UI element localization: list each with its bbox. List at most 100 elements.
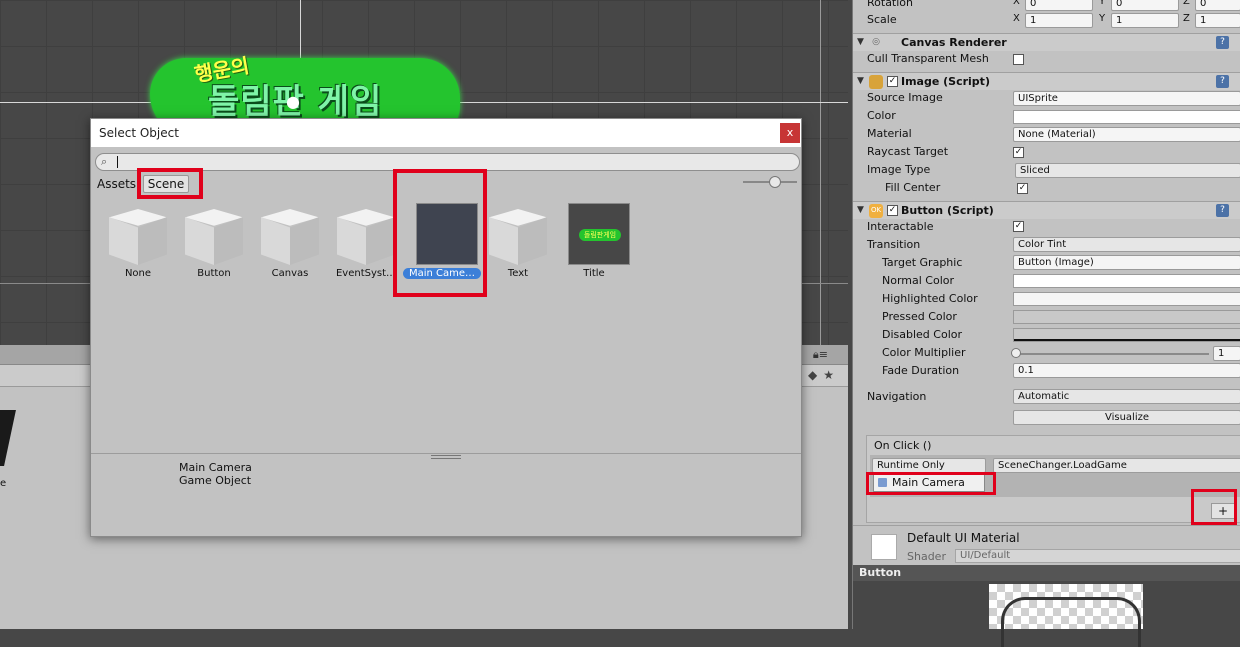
cull-checkbox[interactable] [1013,54,1024,65]
raycast-label: Raycast Target [867,145,949,158]
raycast-checkbox[interactable]: ✓ [1013,147,1024,158]
dialog-titlebar[interactable]: Select Object x [91,119,801,147]
button-header[interactable]: ▼ OK ✓ Button (Script) ? [853,201,1240,219]
pressed-color-swatch[interactable] [1013,310,1240,324]
object-item-text[interactable]: Text [479,203,557,283]
asset-thumbnail-fragment[interactable] [0,410,16,480]
material-field[interactable]: None (Material) [1013,127,1240,142]
camera-gizmo-icon[interactable]: ● [286,92,300,111]
foldout-arrow-icon[interactable]: ▼ [857,76,864,86]
highlighted-color-label: Highlighted Color [882,292,978,305]
zoom-slider-handle[interactable] [769,176,781,188]
search-icon: ⌕ [101,155,108,168]
canvas-renderer-header[interactable]: ▼ ◎ Canvas Renderer ? [853,33,1240,51]
resize-grip[interactable] [431,455,461,459]
text-caret [117,156,118,168]
color-swatch[interactable] [1013,110,1240,124]
fill-center-label: Fill Center [885,181,941,194]
transition-dropdown[interactable]: Color Tint [1013,237,1240,252]
shader-label: Shader [907,550,946,563]
object-item-title[interactable]: 돌림판게임 Title [555,203,633,283]
star-icon[interactable]: ★ [823,368,834,382]
visualize-button[interactable]: Visualize [1013,410,1240,425]
color-multiplier-handle[interactable] [1011,348,1021,358]
rotation-x-field[interactable]: 0 [1025,0,1093,11]
foldout-arrow-icon[interactable]: ▼ [857,37,864,47]
material-swatch[interactable] [871,534,897,560]
disabled-color-swatch[interactable] [1013,328,1240,342]
color-multiplier-field[interactable]: 1 [1213,346,1240,361]
function-dropdown[interactable]: SceneChanger.LoadGame [993,458,1240,473]
navigation-label: Navigation [867,390,927,403]
highlight-add-button [1191,489,1237,525]
cube-icon [185,209,243,265]
object-item-label: Button [197,268,231,279]
fade-duration-field[interactable]: 0.1 [1013,363,1240,378]
target-graphic-label: Target Graphic [882,256,963,269]
component-title: Button (Script) [901,204,994,217]
scale-x-field[interactable]: 1 [1025,13,1093,28]
highlight-main-camera [393,169,487,297]
component-title: Image (Script) [901,75,990,88]
object-item-canvas[interactable]: Canvas [251,203,329,283]
button-enabled-checkbox[interactable]: ✓ [887,205,898,216]
dialog-divider [91,453,801,454]
object-item-none[interactable]: None [99,203,177,283]
close-button[interactable]: x [780,123,800,143]
object-item-label: Title [583,268,605,279]
rotation-z-field[interactable]: 0 [1195,0,1240,11]
fill-center-checkbox[interactable]: ✓ [1017,183,1028,194]
scale-z-field[interactable]: 1 [1195,13,1240,28]
asset-thumbnail-shape [0,410,16,466]
image-header[interactable]: ▼ ✓ Image (Script) ? [853,72,1240,90]
help-icon[interactable]: ? [1216,204,1229,217]
navigation-dropdown[interactable]: Automatic [1013,389,1240,404]
highlight-scene-tab [137,168,203,199]
title-thumbnail: 돌림판게임 [568,203,630,265]
pressed-color-label: Pressed Color [882,310,957,323]
search-input[interactable] [116,155,786,169]
object-item-label: Text [507,268,529,279]
preview-header[interactable]: Button [853,565,1240,581]
title-heading: 돌림판 게임 [208,82,383,122]
source-image-label: Source Image [867,91,943,104]
shader-field[interactable]: UI/Default [955,549,1240,563]
rotation-y-field[interactable]: 0 [1111,0,1179,11]
source-image-field[interactable]: UISprite [1013,91,1240,106]
runtime-dropdown[interactable]: Runtime Only [872,458,986,473]
normal-color-label: Normal Color [882,274,955,287]
title-thumbnail-text: 돌림판게임 [579,229,621,241]
material-preview-section: Default UI Material Shader UI/Default [853,525,1240,565]
material-name: Default UI Material [907,531,1020,545]
onclick-label: On Click () [874,439,932,452]
object-item-button[interactable]: Button [175,203,253,283]
axis-y-label: Y [1099,0,1106,7]
button-sprite-preview [1001,597,1141,647]
lock-icon[interactable]: 🔒︎≡ [813,348,828,362]
canvas-renderer-icon: ◎ [872,37,880,47]
fade-duration-label: Fade Duration [882,364,960,377]
scale-y-field[interactable]: 1 [1111,13,1179,28]
cube-icon [261,209,319,265]
foldout-arrow-icon[interactable]: ▼ [857,205,864,215]
target-graphic-field[interactable]: Button (Image) [1013,255,1240,270]
object-item-label: Canvas [271,268,309,279]
tag-icon[interactable]: ◆ [808,368,817,382]
cube-icon [489,209,547,265]
image-type-dropdown[interactable]: Sliced [1015,163,1240,178]
interactable-checkbox[interactable]: ✓ [1013,221,1024,232]
material-label: Material [867,127,912,140]
image-component-icon [869,75,883,89]
normal-color-swatch[interactable] [1013,274,1240,288]
cull-label: Cull Transparent Mesh [867,52,989,65]
help-icon[interactable]: ? [1216,75,1229,88]
axis-z-label: Z [1183,0,1190,7]
highlighted-color-swatch[interactable] [1013,292,1240,306]
help-icon[interactable]: ? [1216,36,1229,49]
selection-name: Main Camera [179,461,252,474]
tab-assets[interactable]: Assets [97,177,136,191]
color-multiplier-slider[interactable] [1017,353,1209,355]
interactable-label: Interactable [867,220,934,233]
image-enabled-checkbox[interactable]: ✓ [887,76,898,87]
scene-guide-vertical-right [820,0,821,345]
